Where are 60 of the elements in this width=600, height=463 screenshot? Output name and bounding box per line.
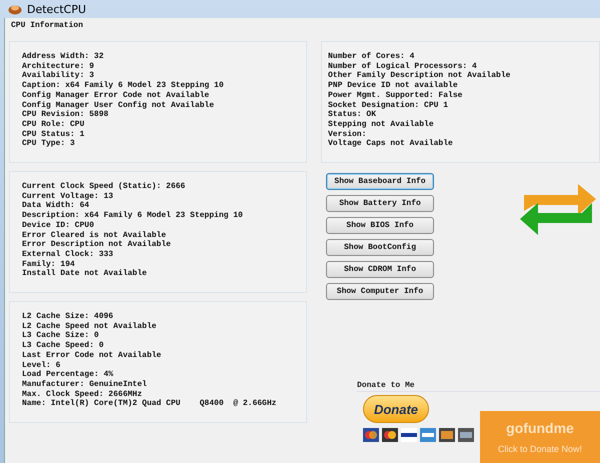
show-info-button[interactable]: Show Battery Info bbox=[326, 195, 434, 212]
info-line: Current Clock Speed (Static): 2666 bbox=[22, 182, 186, 192]
info-line: Number of Cores: 4 bbox=[328, 52, 416, 62]
info-line: Power Mgmt. Supported: False bbox=[328, 90, 464, 101]
info-line: Name: Intel(R) Core(TM)2 Quad CPU Q8400 @ 2.66GHz bbox=[22, 399, 278, 410]
info-line: Level: 6 bbox=[22, 360, 62, 370]
info-line: L3 Cache Speed: 0 bbox=[22, 341, 105, 351]
info-line: CPU Revision: 5898 bbox=[22, 110, 110, 120]
show-info-button[interactable]: Show Computer Info bbox=[326, 283, 434, 300]
card-icon bbox=[420, 428, 436, 442]
info-line: Error Cleared is not Available bbox=[22, 230, 168, 240]
group-label: CPU Information bbox=[10, 21, 84, 31]
card-icon bbox=[363, 428, 379, 442]
info-line: Architecture: 9 bbox=[22, 62, 96, 71]
card-icon bbox=[401, 428, 417, 442]
info-line: L3 Cache Size: 0 bbox=[22, 331, 100, 341]
app-icon bbox=[8, 3, 22, 15]
info-line: PNP Device ID not available bbox=[328, 81, 459, 91]
card-icon bbox=[458, 428, 474, 442]
info-line: Device ID: CPU0 bbox=[22, 220, 96, 231]
donate-button[interactable]: Donate bbox=[363, 395, 429, 423]
info-line: Socket Designation: CPU 1 bbox=[328, 100, 450, 110]
info-line: CPU Type: 3 bbox=[22, 139, 76, 150]
banner-text: Click to Donate Now! bbox=[498, 444, 582, 454]
info-line: Availability: 3 bbox=[22, 71, 96, 81]
info-line: Load Percentage: 4% bbox=[22, 370, 114, 380]
card-icon bbox=[439, 428, 455, 442]
show-info-button[interactable]: Show BootConfig bbox=[326, 239, 434, 256]
info-line: Caption: x64 Family 6 Model 23 Stepping 10 bbox=[22, 81, 225, 91]
info-line: Config Manager Error Code not Available bbox=[22, 90, 210, 101]
card-icon bbox=[382, 428, 398, 442]
info-line: L2 Cache Speed not Available bbox=[22, 322, 158, 331]
show-info-button[interactable]: Show BIOS Info bbox=[326, 217, 434, 234]
window-title: DetectCPU bbox=[27, 2, 86, 16]
info-line: Manufacturer: GenuineIntel bbox=[22, 380, 148, 390]
info-line: Data Width: 64 bbox=[22, 201, 90, 211]
donate-label: Donate to Me bbox=[357, 381, 416, 391]
info-line: Voltage Caps not Available bbox=[328, 139, 454, 150]
info-line: Version: bbox=[328, 130, 368, 139]
info-line: Install Date not Available bbox=[22, 269, 148, 280]
info-line: Current Voltage: 13 bbox=[22, 192, 114, 201]
info-line: Stepping not Available bbox=[328, 120, 435, 130]
info-line: Number of Logical Processors: 4 bbox=[328, 62, 478, 71]
info-line: L2 Cache Size: 4096 bbox=[22, 312, 114, 322]
show-info-button[interactable]: Show Baseboard Info bbox=[326, 173, 434, 190]
info-line: Other Family Description not Available bbox=[328, 71, 512, 81]
info-line: CPU Role: CPU bbox=[22, 120, 86, 130]
info-line: Error Description not Available bbox=[22, 240, 172, 250]
info-line: Family: 194 bbox=[22, 260, 76, 269]
info-line: CPU Status: 1 bbox=[22, 130, 86, 140]
info-line: Max. Clock Speed: 2666MHz bbox=[22, 390, 144, 399]
show-info-button[interactable]: Show CDROM Info bbox=[326, 261, 434, 278]
banner-logo: gofundme bbox=[506, 420, 574, 436]
info-line: Description: x64 Family 6 Model 23 Stepping 10 bbox=[22, 211, 244, 221]
info-line: Address Width: 32 bbox=[22, 52, 105, 62]
info-line: Last Error Code not Available bbox=[22, 350, 162, 361]
info-line: Status: OK bbox=[328, 110, 378, 120]
swap-arrows-icon bbox=[518, 181, 598, 237]
info-line: External Clock: 333 bbox=[22, 250, 114, 260]
info-line: Config Manager User Config not Available bbox=[22, 100, 216, 110]
